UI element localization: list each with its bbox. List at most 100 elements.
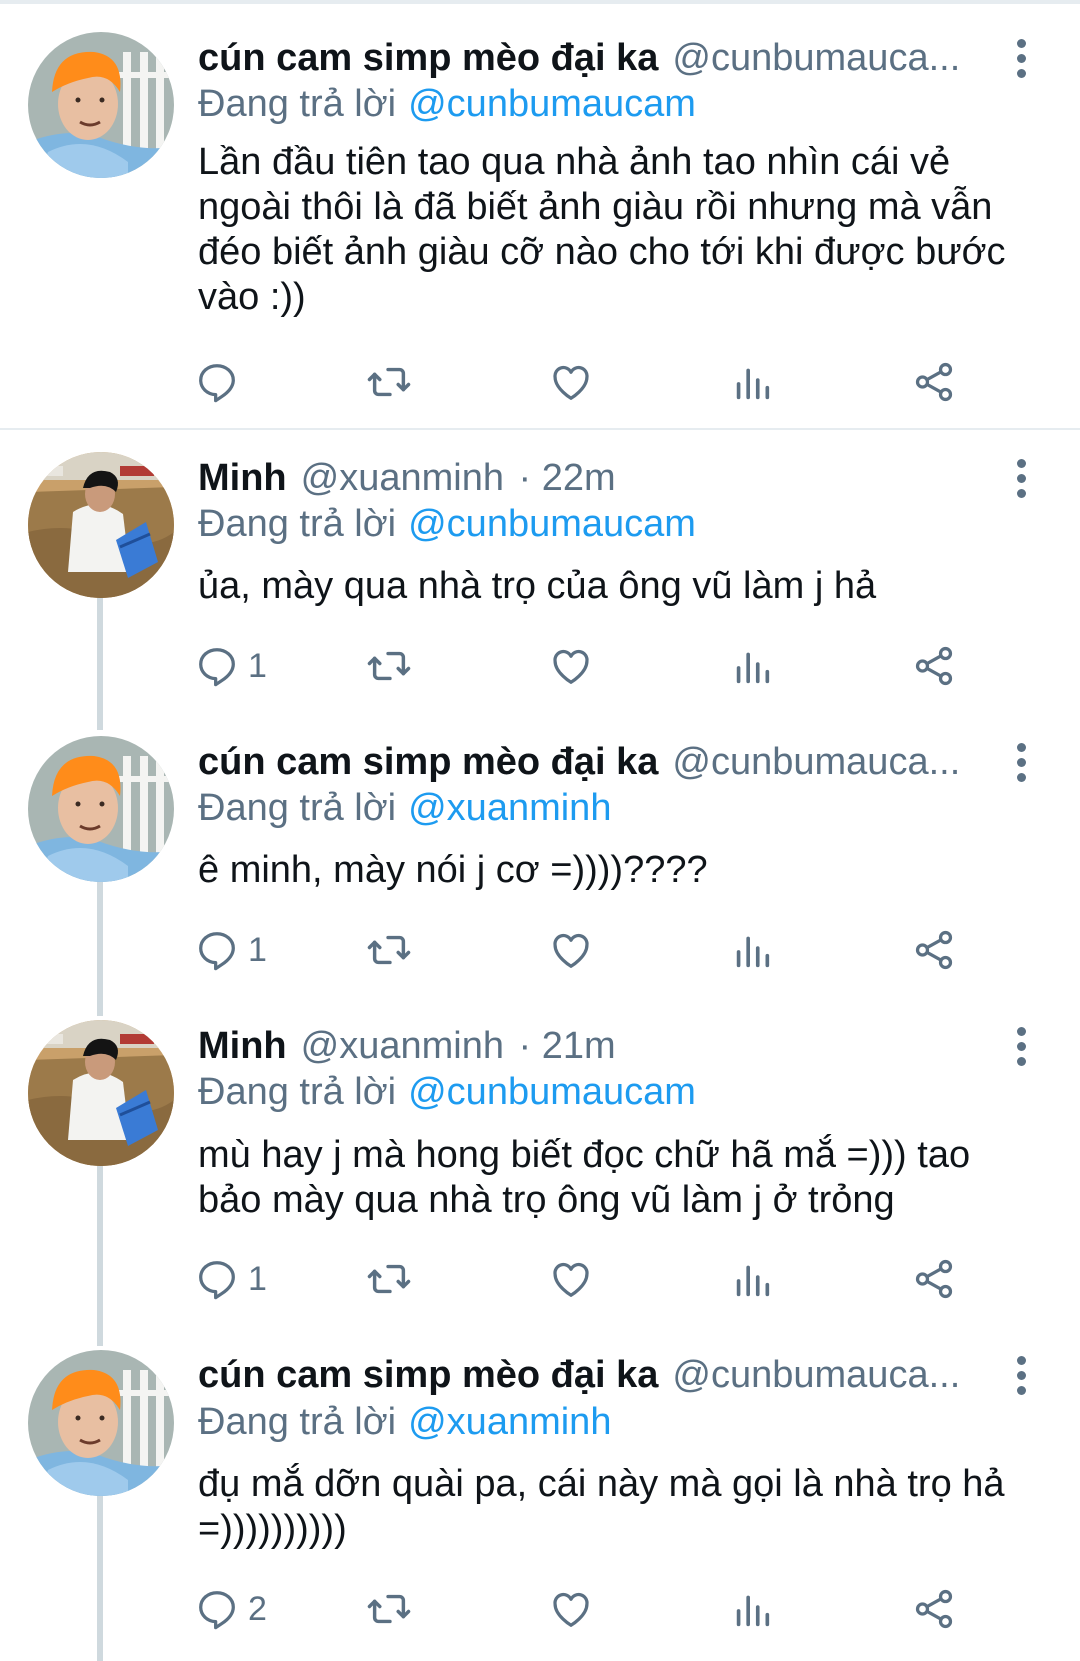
share-button[interactable] [911,1254,957,1304]
retweet-icon [367,651,411,681]
heart-icon [553,365,589,400]
reply-button[interactable]: 1 [194,641,267,691]
tweet-divider [0,428,1080,430]
like-button[interactable] [548,641,594,691]
action-bar: 1 [198,1254,1028,1304]
share-button[interactable] [911,357,957,407]
more-vertical-icon[interactable] [1006,456,1036,500]
analytics-button[interactable] [729,357,775,407]
tweet-text: ủa, mày qua nhà trọ của ông vũ làm j hả [198,565,877,607]
timestamp[interactable]: · 22m [519,457,616,499]
tweet-header: cún cam simp mèo đại ka @cunbumauca... [198,36,990,80]
reply-icon [199,932,235,971]
heart-icon [553,649,589,684]
analytics-button[interactable] [729,1254,775,1304]
avatar[interactable] [28,1350,174,1496]
mention-link[interactable]: @xuanminh [408,787,611,829]
analytics-icon [736,1265,770,1297]
action-bar: 2 [198,1584,1028,1634]
mention-link[interactable]: @cunbumaucam [408,83,696,125]
share-button[interactable] [911,641,957,691]
avatar[interactable] [28,452,174,598]
analytics-icon [736,1595,770,1627]
replying-label: Đang trả lời [198,83,397,125]
tweet-text: đụ mắ dỡn quài pa, cái này mà gọi là nhà… [198,1463,1005,1550]
orange-hair-avatar [28,32,174,178]
orange-hair-avatar [28,1350,174,1496]
action-bar: 1 [198,641,1028,691]
share-icon [915,646,953,686]
share-icon [915,362,953,402]
user-handle[interactable]: @cunbumauca... [672,741,960,783]
more-vertical-icon[interactable] [1006,740,1036,784]
retweet-button[interactable] [366,357,412,407]
user-handle[interactable]: @cunbumauca... [672,1354,960,1396]
analytics-button[interactable] [729,925,775,975]
share-icon [915,1259,953,1299]
reply-count: 2 [248,1589,267,1628]
timestamp[interactable]: · 21m [519,1025,616,1067]
reply-button[interactable] [194,357,248,407]
display-name[interactable]: cún cam simp mèo đại ka [198,37,658,79]
heart-icon [553,1262,589,1297]
more-vertical-icon[interactable] [1006,36,1036,80]
retweet-icon [367,1594,411,1624]
avatar[interactable] [28,736,174,882]
retweet-icon [367,367,411,397]
mention-link[interactable]: @xuanminh [408,1401,611,1443]
retweet-button[interactable] [366,1254,412,1304]
display-name[interactable]: Minh [198,457,287,499]
reply-icon [199,1591,235,1630]
display-name[interactable]: cún cam simp mèo đại ka [198,741,658,783]
tweet-header: cún cam simp mèo đại ka @cunbumauca... [198,740,990,784]
analytics-icon [736,652,770,684]
share-button[interactable] [911,925,957,975]
like-button[interactable] [548,357,594,407]
share-button[interactable] [911,1584,957,1634]
heart-icon [553,933,589,968]
share-icon [915,1589,953,1629]
display-name[interactable]: cún cam simp mèo đại ka [198,1354,658,1396]
analytics-button[interactable] [729,1584,775,1634]
replying-to: Đang trả lời @cunbumaucam [198,1070,696,1114]
tweet-text: mù hay j mà hong biết đọc chữ hã mắ =)))… [198,1134,971,1221]
avatar[interactable] [28,32,174,178]
user-handle[interactable]: @xuanminh [301,457,504,499]
reply-button[interactable]: 1 [194,1254,267,1304]
like-button[interactable] [548,1584,594,1634]
reply-count: 1 [248,1259,267,1298]
mention-link[interactable]: @cunbumaucam [408,503,696,545]
user-handle[interactable]: @cunbumauca... [672,37,960,79]
mention-link[interactable]: @cunbumaucam [408,1071,696,1113]
reply-button[interactable]: 1 [194,925,267,975]
retweet-icon [367,935,411,965]
like-button[interactable] [548,925,594,975]
like-button[interactable] [548,1254,594,1304]
tweet-text: ê minh, mày nói j cơ =))))???? [198,849,708,891]
display-name[interactable]: Minh [198,1025,287,1067]
analytics-button[interactable] [729,641,775,691]
user-handle[interactable]: @xuanminh [301,1025,504,1067]
analytics-icon [736,368,770,400]
reply-button[interactable]: 2 [194,1584,267,1634]
reply-icon [199,1261,235,1300]
reply-count: 1 [248,930,267,969]
orange-hair-avatar [28,736,174,882]
thread-line [97,1490,103,1661]
reply-count: 1 [248,646,267,685]
retweet-button[interactable] [366,1584,412,1634]
retweet-button[interactable] [366,925,412,975]
replying-label: Đang trả lời [198,503,397,545]
action-bar [198,357,1028,407]
heart-icon [553,1592,589,1627]
top-divider [0,0,1080,4]
more-vertical-icon[interactable] [1006,1024,1036,1068]
more-vertical-icon[interactable] [1006,1353,1036,1397]
share-icon [915,930,953,970]
retweet-button[interactable] [366,641,412,691]
avatar[interactable] [28,1020,174,1166]
replying-to: Đang trả lời @xuanminh [198,786,611,830]
tweet-header: Minh @xuanminh · 22m [198,456,990,500]
replying-to: Đang trả lời @xuanminh [198,1400,611,1444]
tweet-text: Lần đầu tiên tao qua nhà ảnh tao nhìn cá… [198,141,1006,318]
